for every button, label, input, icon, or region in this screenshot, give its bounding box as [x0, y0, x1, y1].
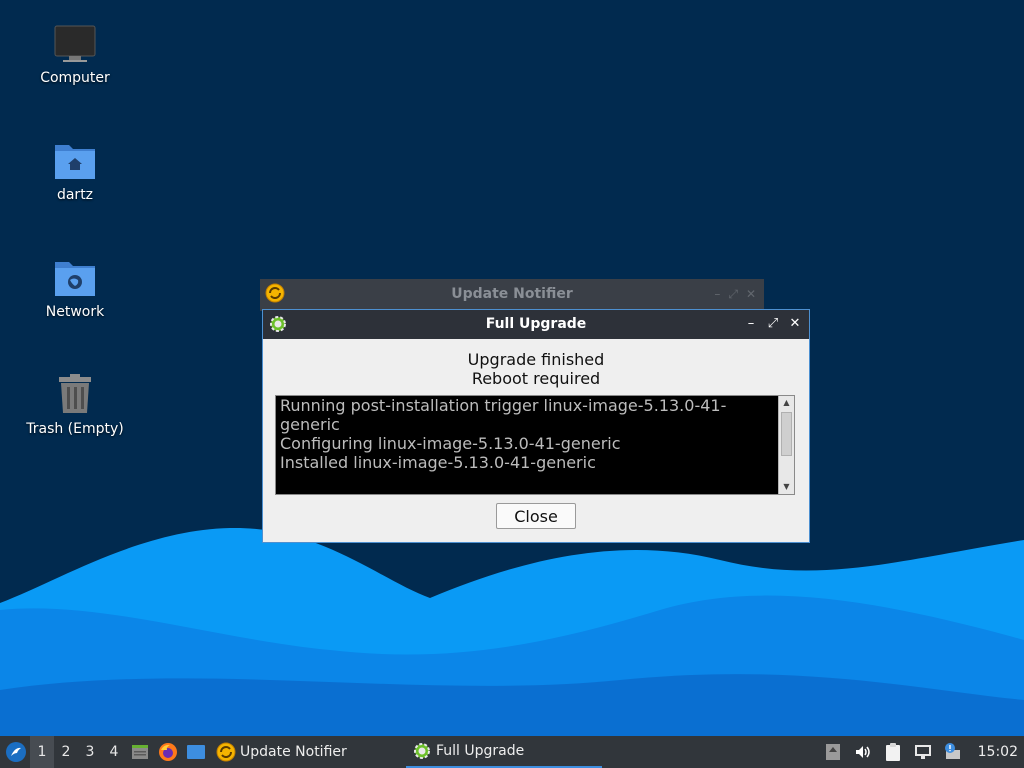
tray-notification[interactable] [938, 736, 968, 768]
status-upgrade-finished: Upgrade finished [467, 350, 605, 369]
upgrade-log-text: Running post-installation trigger linux-… [280, 396, 727, 472]
update-notifier-window[interactable]: Update Notifier – ⤢ ✕ [260, 279, 764, 311]
scroll-up-arrow-icon[interactable]: ▲ [779, 396, 794, 410]
notification-info-icon [944, 743, 960, 759]
firefox-launcher[interactable] [154, 736, 182, 768]
workspace-3[interactable]: 3 [78, 736, 102, 768]
clock[interactable]: 15:02 [968, 744, 1024, 760]
close-window-button[interactable]: ✕ [746, 287, 756, 301]
updates-available-icon [825, 744, 840, 760]
task-label: Full Upgrade [436, 743, 525, 759]
task-update-notifier[interactable]: Update Notifier [210, 736, 406, 768]
tray-volume[interactable] [848, 736, 878, 768]
close-window-button[interactable]: ✕ [787, 315, 803, 331]
tray-updates[interactable] [818, 736, 848, 768]
dialog-content: Upgrade finished Reboot required Running… [263, 339, 809, 542]
workspace-1[interactable]: 1 [30, 736, 54, 768]
minimize-button[interactable]: – [743, 315, 759, 331]
network-folder-icon [53, 256, 97, 300]
taskbar: 1 2 3 4 Update Notifier Full Upgrade 15:… [0, 736, 1024, 768]
computer-icon [53, 22, 97, 66]
tray-network[interactable] [908, 736, 938, 768]
firefox-icon [159, 743, 177, 761]
window-titlebar[interactable]: Full Upgrade – ⤢ ✕ [263, 310, 809, 339]
maximize-button[interactable]: ⤢ [765, 315, 781, 331]
workspace-4[interactable]: 4 [102, 736, 126, 768]
desktop-icon-network[interactable]: Network [15, 256, 135, 320]
upgrade-log[interactable]: Running post-installation trigger linux-… [275, 395, 795, 495]
home-folder-icon [53, 139, 97, 183]
status-reboot-required: Reboot required [471, 369, 601, 388]
desktop-icon-label: Network [45, 304, 105, 320]
task-label: Update Notifier [240, 744, 347, 760]
desktop-icon-computer[interactable]: Computer [15, 22, 135, 86]
log-scrollbar[interactable]: ▲ ▼ [778, 396, 794, 494]
desktop-icon-label: dartz [56, 187, 94, 203]
trash-icon [53, 373, 97, 417]
gear-icon [414, 743, 430, 759]
maximize-button[interactable]: ⤢ [728, 287, 738, 302]
app-menu-button[interactable] [2, 736, 30, 768]
close-button[interactable]: Close [496, 503, 576, 529]
full-upgrade-dialog[interactable]: Full Upgrade – ⤢ ✕ Upgrade finished Rebo… [262, 309, 810, 543]
scroll-down-arrow-icon[interactable]: ▼ [779, 480, 794, 494]
desktop-icon-label: Trash (Empty) [26, 421, 124, 437]
file-manager-icon [132, 745, 148, 759]
window-titlebar[interactable]: Update Notifier – ⤢ ✕ [260, 279, 764, 309]
workspace-2[interactable]: 2 [54, 736, 78, 768]
desktop-icon-home[interactable]: dartz [15, 139, 135, 203]
clipboard-icon [885, 743, 900, 761]
minimize-button[interactable]: – [714, 287, 720, 301]
show-desktop-launcher[interactable] [182, 736, 210, 768]
lubuntu-logo-icon [6, 742, 26, 762]
show-desktop-icon [187, 745, 205, 759]
update-notifier-icon [216, 742, 236, 762]
desktop-icon-label: Computer [40, 70, 110, 86]
system-tray: 15:02 [818, 736, 1024, 768]
volume-icon [855, 746, 870, 758]
file-manager-launcher[interactable] [126, 736, 154, 768]
scroll-thumb[interactable] [781, 412, 792, 456]
desktop-icon-trash[interactable]: Trash (Empty) [15, 373, 135, 437]
network-wired-icon [914, 745, 931, 759]
window-title: Update Notifier [451, 286, 573, 302]
task-full-upgrade[interactable]: Full Upgrade [406, 736, 602, 768]
tray-clipboard[interactable] [878, 736, 908, 768]
window-title: Full Upgrade [485, 316, 587, 332]
